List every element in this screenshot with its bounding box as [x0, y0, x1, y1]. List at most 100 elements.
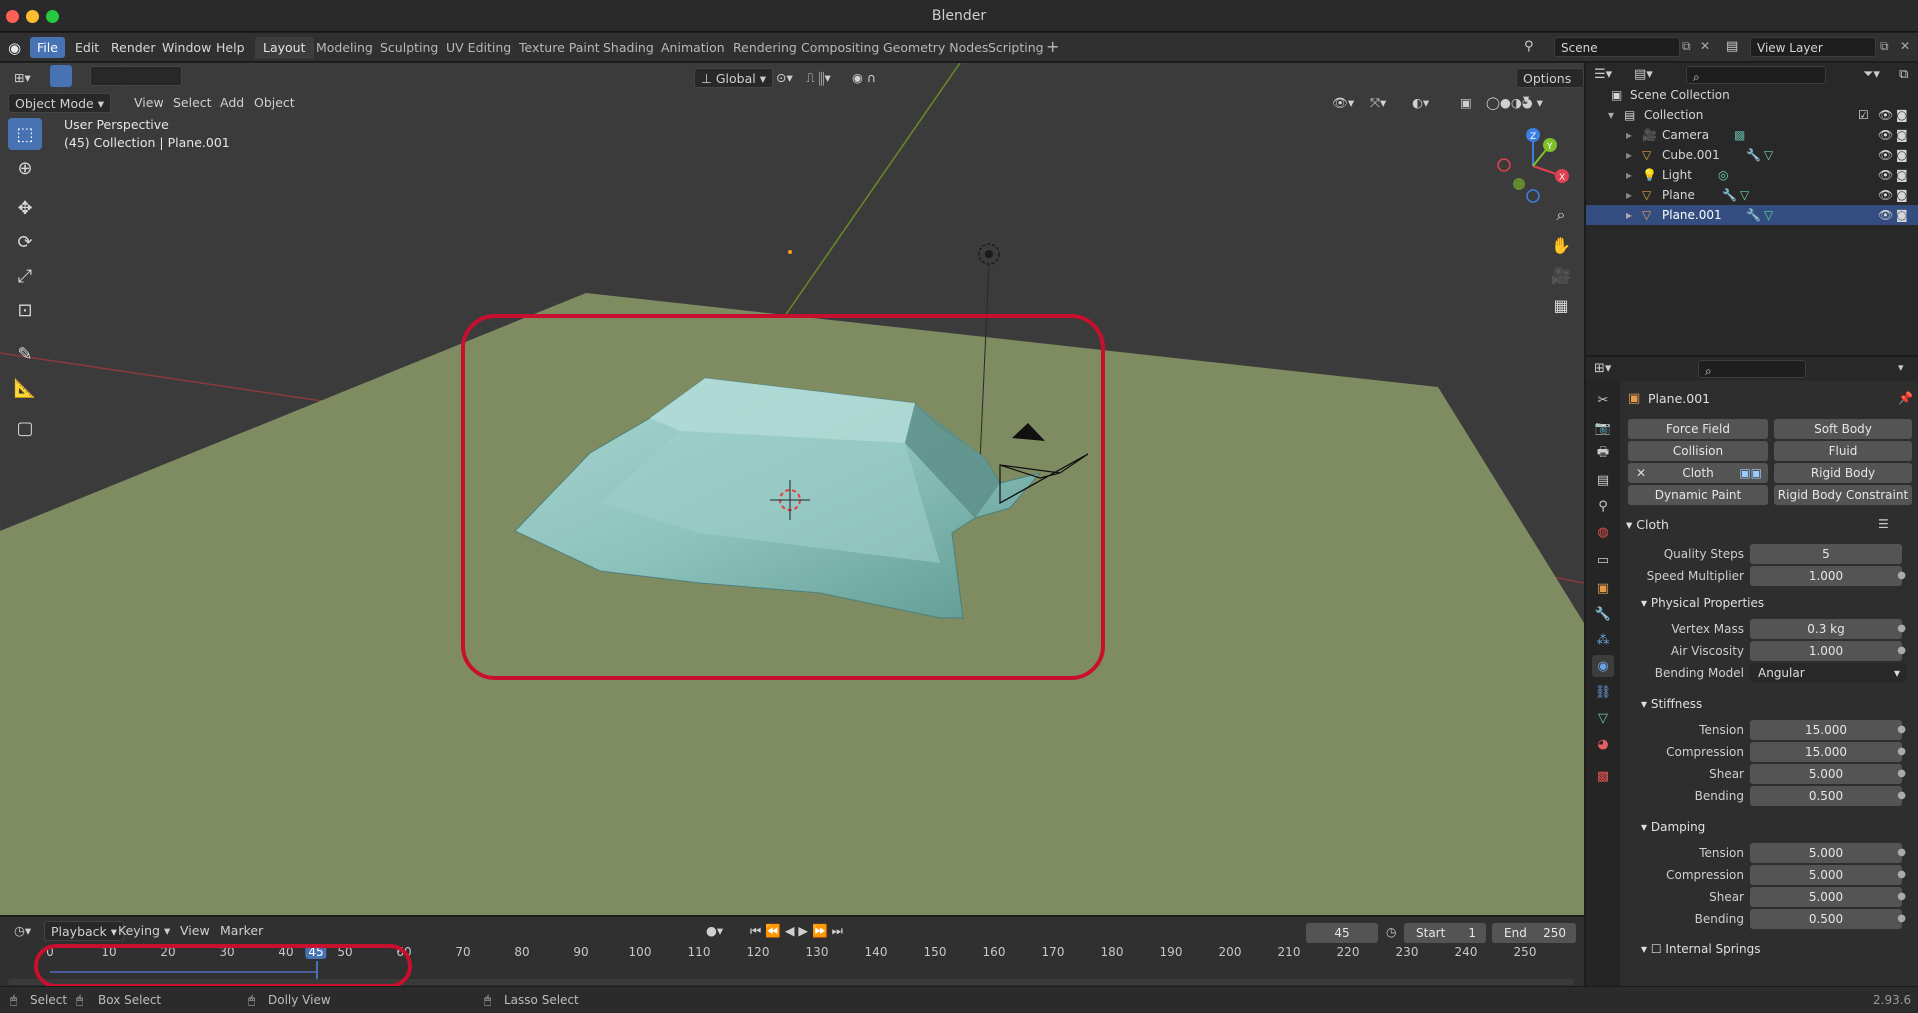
tab-modeling[interactable]: Modeling: [308, 37, 381, 59]
visibility-eye-icon[interactable]: 👁: [1878, 105, 1893, 125]
delete-view-layer-icon[interactable]: ✕: [1900, 39, 1910, 53]
keyframe-dot[interactable]: ●: [1897, 566, 1906, 586]
transform-orientation-dropdown[interactable]: ⊥ Global ▾: [694, 68, 773, 88]
shading-modes-icon[interactable]: ◯●◑◕ ▾: [1480, 93, 1549, 113]
damping-compression-field[interactable]: 5.000: [1750, 865, 1902, 885]
3d-viewport[interactable]: User Perspective (45) Collection | Plane…: [0, 63, 1584, 915]
material-tab-icon[interactable]: ◕: [1592, 733, 1614, 755]
speed-multiplier-field[interactable]: 1.000: [1750, 566, 1902, 586]
outliner-editor-type-icon[interactable]: ☰▾: [1594, 67, 1612, 82]
menu-edit[interactable]: Edit: [68, 37, 106, 58]
stiffness-bending-field[interactable]: 0.500: [1750, 786, 1902, 806]
viewport-menu-object[interactable]: Object: [248, 93, 301, 113]
object-tab-icon[interactable]: ▣: [1592, 577, 1614, 599]
move-tool-icon[interactable]: ✥: [8, 192, 42, 224]
constraints-tab-icon[interactable]: ⛓: [1592, 681, 1614, 703]
expand-icon[interactable]: ▸: [1626, 205, 1632, 225]
tab-uv-editing[interactable]: UV Editing: [438, 37, 519, 59]
select-mode-buttons[interactable]: [90, 66, 182, 86]
keyframe-dot[interactable]: ●: [1897, 887, 1906, 907]
collision-button[interactable]: Collision: [1628, 441, 1768, 461]
view-layer-icon[interactable]: ▤: [1726, 39, 1738, 54]
display-mode-icon[interactable]: ▤▾: [1634, 67, 1653, 82]
vertex-mass-field[interactable]: 0.3 kg: [1750, 619, 1902, 639]
tool-tab-icon[interactable]: ✂: [1592, 389, 1614, 411]
add-workspace-icon[interactable]: +: [1046, 37, 1059, 56]
view-layer-tab-icon[interactable]: ▤: [1592, 469, 1614, 491]
air-viscosity-field[interactable]: 1.000: [1750, 641, 1902, 661]
damping-bending-field[interactable]: 0.500: [1750, 909, 1902, 929]
physical-properties-header[interactable]: ▾ Physical Properties: [1641, 592, 1764, 614]
outliner-row-camera[interactable]: ▸ 🎥 Camera ▩ 👁 ◙: [1586, 125, 1918, 145]
start-frame-field[interactable]: Start 1: [1404, 923, 1486, 943]
render-camera-icon[interactable]: ◙: [1896, 145, 1908, 165]
expand-icon[interactable]: ▸: [1626, 185, 1632, 205]
tab-animation[interactable]: Animation: [653, 37, 733, 59]
keyframe-dot[interactable]: ●: [1897, 619, 1906, 639]
select-tool-icon[interactable]: ⬚: [8, 118, 42, 150]
visibility-eye-icon[interactable]: 👁: [1878, 165, 1893, 185]
collection-tab-icon[interactable]: ▭: [1592, 549, 1614, 571]
scene-icon[interactable]: ⚲: [1524, 39, 1534, 54]
quality-steps-field[interactable]: 5: [1750, 544, 1902, 564]
keyframe-dot[interactable]: ●: [1897, 720, 1906, 740]
keyframe-dot[interactable]: ●: [1897, 865, 1906, 885]
xray-icon[interactable]: ▣: [1454, 93, 1478, 113]
stiffness-compression-field[interactable]: 15.000: [1750, 742, 1902, 762]
stiffness-header[interactable]: ▾ Stiffness: [1641, 693, 1702, 715]
snap-icon[interactable]: ⎍ ⫼▾: [800, 68, 837, 88]
render-camera-icon[interactable]: ◙: [1896, 105, 1908, 125]
measure-tool-icon[interactable]: 📐: [8, 372, 42, 404]
overlay-icon[interactable]: ◐▾: [1406, 93, 1435, 113]
end-frame-field[interactable]: End 250: [1492, 923, 1576, 943]
expand-icon[interactable]: ▸: [1626, 165, 1632, 185]
camera-view-icon[interactable]: 🎥: [1547, 261, 1575, 289]
viewport-menu-select[interactable]: Select: [167, 93, 218, 113]
menu-render[interactable]: Render: [104, 37, 163, 58]
outliner-row-scene-collection[interactable]: ▣ Scene Collection: [1586, 85, 1918, 105]
tab-compositing[interactable]: Compositing: [793, 37, 887, 59]
keyframe-dot[interactable]: ●: [1897, 909, 1906, 929]
outliner-row-light[interactable]: ▸ 💡 Light ◎ 👁 ◙: [1586, 165, 1918, 185]
view-layer-selector[interactable]: View Layer: [1750, 37, 1876, 57]
soft-body-button[interactable]: Soft Body: [1774, 419, 1912, 439]
internal-springs-checkbox[interactable]: ☐: [1651, 942, 1666, 956]
filter-icon[interactable]: ⏷▾: [1863, 67, 1880, 82]
annotate-tool-icon[interactable]: ✎: [8, 338, 42, 370]
cloth-panel-header[interactable]: ▾ Cloth: [1626, 514, 1669, 536]
bending-model-dropdown[interactable]: Angular ▾: [1750, 663, 1906, 683]
remove-cloth-icon[interactable]: ✕: [1636, 463, 1646, 483]
stiffness-tension-field[interactable]: 15.000: [1750, 720, 1902, 740]
viewport-menu-view[interactable]: View: [128, 93, 170, 113]
internal-springs-header[interactable]: ▾ ☐ Internal Springs: [1641, 938, 1760, 960]
expand-icon[interactable]: ▸: [1626, 145, 1632, 165]
visibility-eye-icon[interactable]: 👁: [1878, 185, 1893, 205]
tab-shading[interactable]: Shading: [595, 37, 662, 59]
transform-tool-icon[interactable]: ⊡: [8, 294, 42, 326]
render-camera-icon[interactable]: ◙: [1896, 125, 1908, 145]
data-tab-icon[interactable]: ▽: [1592, 707, 1614, 729]
timeline-menu-view[interactable]: View: [174, 921, 216, 941]
force-field-button[interactable]: Force Field: [1628, 419, 1768, 439]
keyframe-dot[interactable]: ●: [1897, 843, 1906, 863]
new-view-layer-icon[interactable]: ⧉: [1880, 39, 1889, 54]
keyframe-dot[interactable]: ●: [1897, 786, 1906, 806]
physics-tab-icon[interactable]: ◉: [1592, 655, 1614, 677]
render-camera-icon[interactable]: ◙: [1896, 165, 1908, 185]
cloth-button[interactable]: ✕ Cloth ▣▣: [1628, 463, 1768, 483]
properties-search-input[interactable]: ⌕: [1698, 360, 1806, 378]
viewport-menu-add[interactable]: Add: [214, 93, 250, 113]
world-tab-icon[interactable]: ◍: [1592, 521, 1614, 543]
pin-icon[interactable]: 📌: [1898, 391, 1913, 405]
cloth-visibility-toggles[interactable]: ▣▣: [1739, 463, 1762, 483]
add-cube-tool-icon[interactable]: ▢: [8, 412, 42, 444]
timeline-menu-marker[interactable]: Marker: [214, 921, 269, 941]
rigid-body-constraint-button[interactable]: Rigid Body Constraint: [1774, 485, 1912, 505]
expand-icon[interactable]: ▸: [1626, 125, 1632, 145]
select-mode-icon[interactable]: [50, 65, 72, 87]
delete-scene-icon[interactable]: ✕: [1700, 39, 1710, 53]
particles-tab-icon[interactable]: ⁂: [1592, 629, 1614, 651]
stiffness-shear-field[interactable]: 5.000: [1750, 764, 1902, 784]
keyframe-dot[interactable]: ●: [1897, 641, 1906, 661]
timeline-menu-keying[interactable]: Keying ▾: [112, 921, 176, 941]
